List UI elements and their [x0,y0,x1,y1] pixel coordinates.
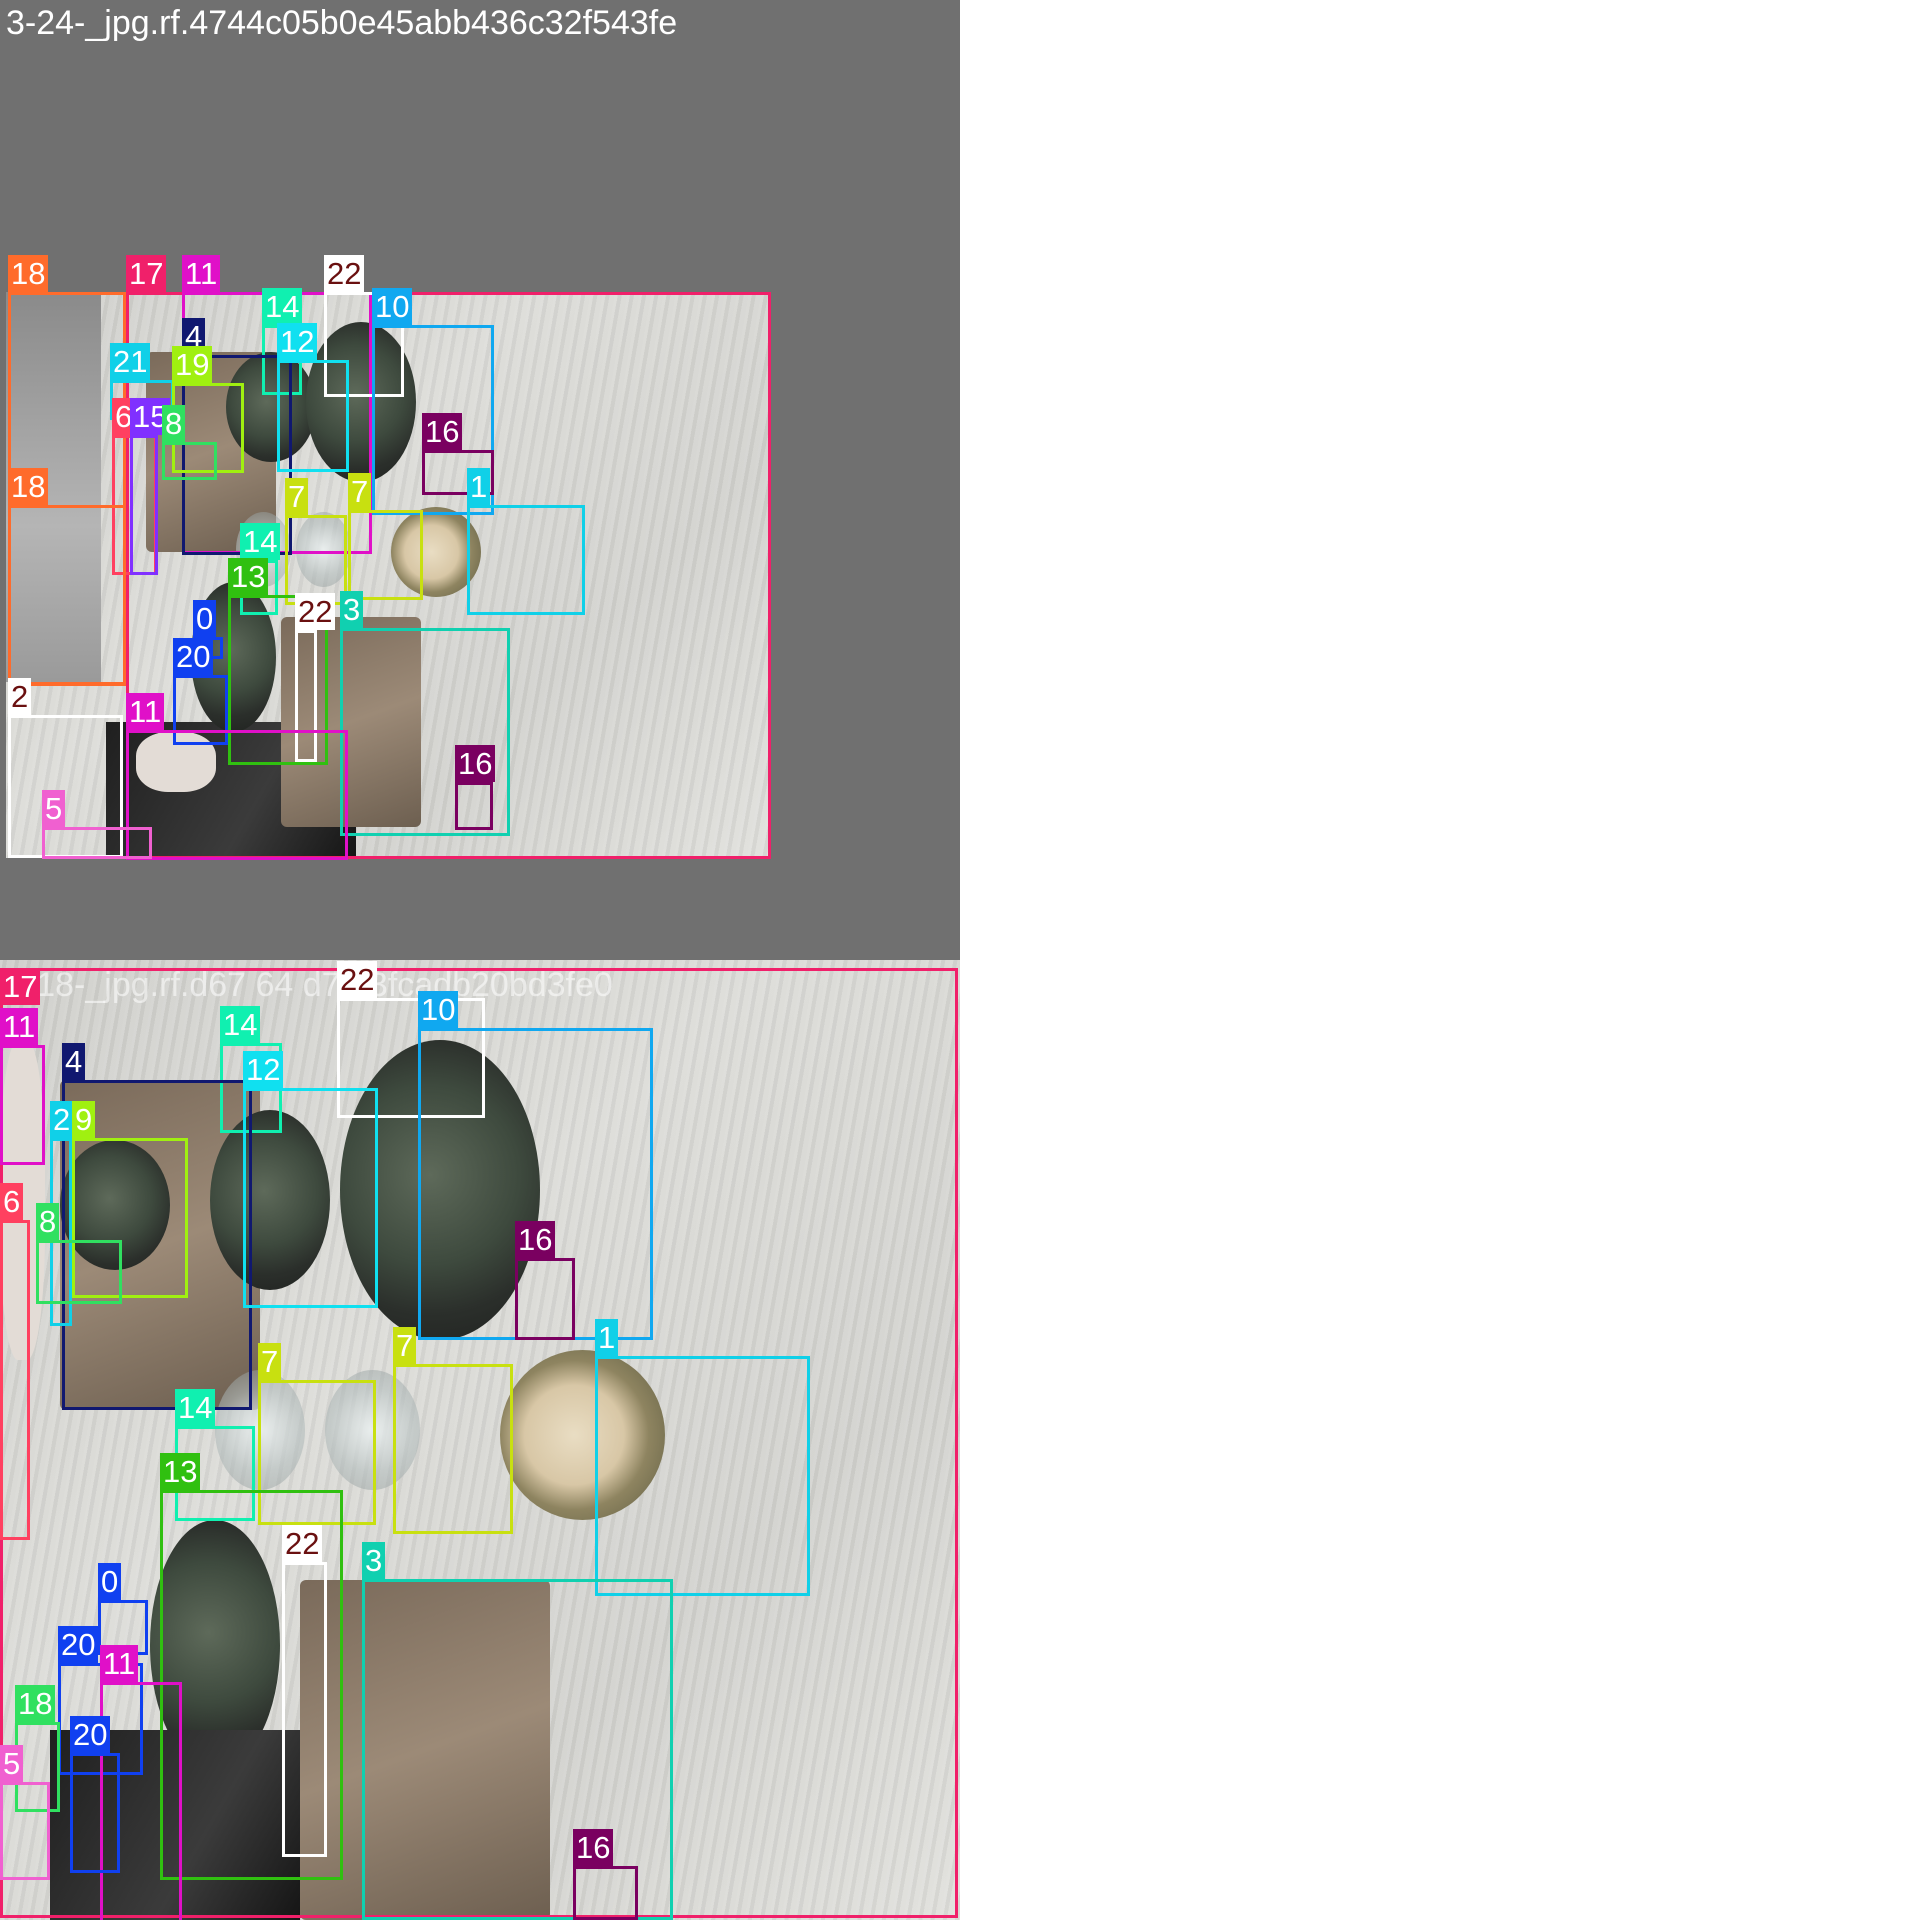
detection-class-label: 13 [160,1453,201,1490]
detection-class-label: 5 [0,1745,24,1782]
detection-box [277,360,349,472]
detection-class-label: 16 [573,1829,614,1866]
detection-class-label: 10 [372,288,413,325]
detection-class-label: 20 [70,1716,111,1753]
detection-class-label: 7 [393,1327,417,1364]
detection-class-label: 18 [8,255,49,292]
detection-class-label: 11 [182,255,221,292]
detection-class-label: 19 [172,346,213,383]
detection-box [467,505,585,615]
detection-box [243,1088,378,1308]
detection-class-label: 10 [418,991,459,1028]
detection-box [0,1045,45,1165]
detection-class-label: 14 [220,1006,261,1043]
detection-class-label: 13 [228,558,269,595]
detection-box [130,435,158,575]
detection-class-label: 8 [36,1203,60,1240]
detection-class-label: 3 [362,1542,386,1579]
detection-box [393,1364,513,1534]
image-filename: 3-24-_jpg.rf.4744c05b0e45abb436c32f543fe [6,4,678,42]
detection-class-label: 16 [515,1221,556,1258]
detection-class-label: 18 [15,1685,56,1722]
detection-class-label: 22 [295,593,336,630]
detection-class-label: 14 [262,288,303,325]
image-tile-top: 3-24-_jpg.rf.4744c05b0e45abb436c32f543fe… [0,0,960,960]
detection-class-label: 12 [243,1051,284,1088]
detection-class-label: 12 [277,323,318,360]
detection-class-label: 5 [42,790,66,827]
detection-box [348,510,423,600]
detection-box [455,782,493,830]
detection-class-label: 6 [0,1183,24,1220]
detection-class-label: 7 [285,478,309,515]
detection-class-label: 17 [0,968,41,1005]
detection-class-label: 22 [282,1525,323,1562]
detection-box [595,1356,810,1596]
detection-class-label: 14 [240,523,281,560]
detection-class-label: 11 [126,693,165,730]
detection-box [282,1562,327,1857]
detection-class-label: 18 [8,468,49,505]
detection-box [8,505,126,685]
detection-class-label: 3 [340,591,364,628]
detection-box [515,1258,575,1340]
detection-class-label: 22 [337,961,378,998]
detection-box [126,730,348,860]
detection-box [0,1782,50,1880]
detection-box [36,1240,122,1304]
detection-class-label: 14 [175,1389,216,1426]
detection-box [70,1753,120,1873]
image-tile-bottom: 3-18-_jpg.rf.d67 64 d7 63fcadb20bd3fe0 1… [0,960,960,1920]
detection-class-label: 21 [110,343,151,380]
detection-class-label: 9 [72,1101,96,1138]
detection-class-label: 4 [62,1043,86,1080]
detection-class-label: 2 [8,678,32,715]
detection-class-label: 8 [162,405,186,442]
detection-class-label: 17 [126,255,167,292]
detection-box [42,827,152,859]
detection-class-label: 1 [467,468,491,505]
detection-class-label: 0 [98,1563,122,1600]
detection-class-label: 1 [595,1319,619,1356]
detection-class-label: 0 [193,600,217,637]
detection-box [0,1220,30,1540]
detection-class-label: 7 [348,473,372,510]
detection-class-label: 16 [422,413,463,450]
detection-class-label: 11 [100,1645,139,1682]
detection-class-label: 7 [258,1343,282,1380]
detection-box [162,442,217,480]
detection-class-label: 20 [58,1626,99,1663]
detection-class-label: 11 [0,1008,39,1045]
detection-class-label: 20 [173,638,214,675]
detection-box [573,1866,638,1920]
detection-class-label: 22 [324,255,365,292]
detection-box [285,515,347,605]
detection-class-label: 16 [455,745,496,782]
